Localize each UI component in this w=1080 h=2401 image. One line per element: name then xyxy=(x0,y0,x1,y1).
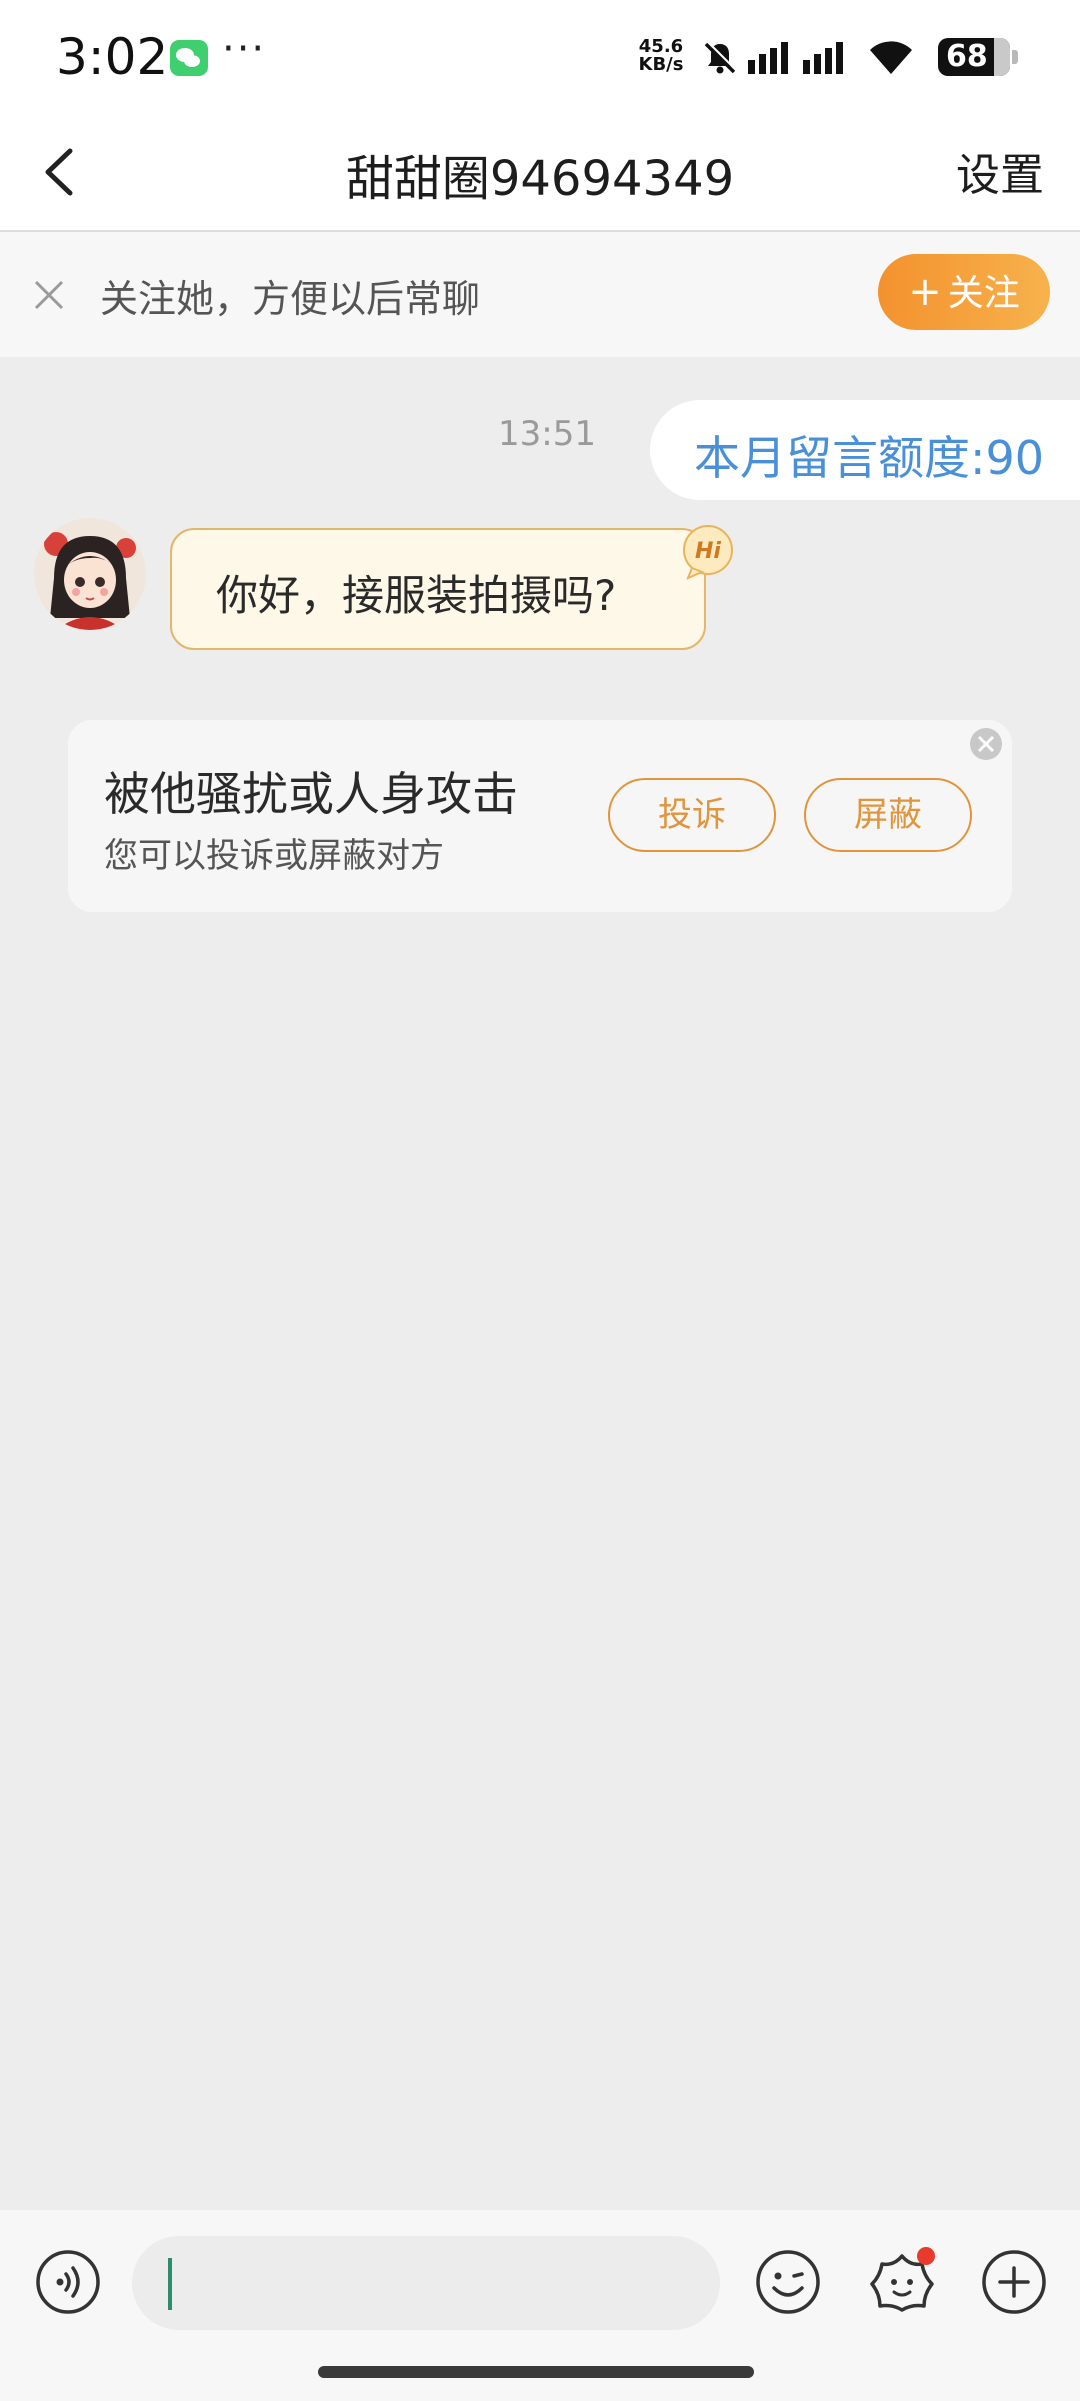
battery-empty-portion xyxy=(994,38,1010,76)
hi-badge-text: Hi xyxy=(695,539,721,564)
follow-button-label: 关注 xyxy=(947,273,1020,314)
plus-sign: + xyxy=(908,269,942,315)
follow-button[interactable]: + 关注 xyxy=(878,254,1050,330)
battery-level: 68 xyxy=(938,38,1010,76)
hi-badge-icon: Hi xyxy=(683,525,733,580)
cellular-signal-icon xyxy=(748,42,843,74)
notification-dot xyxy=(917,2247,935,2265)
message-quota-bubble: 本月留言额度:90 xyxy=(650,400,1080,500)
voice-input-icon[interactable] xyxy=(34,2248,102,2316)
settings-button[interactable]: 设置 xyxy=(956,139,1044,203)
message-input[interactable] xyxy=(132,2236,720,2330)
network-speed-unit: KB/s xyxy=(638,54,684,75)
avatar[interactable] xyxy=(34,518,146,630)
bell-off-icon xyxy=(704,41,737,74)
sticker-icon[interactable] xyxy=(866,2246,938,2318)
emoji-icon[interactable] xyxy=(754,2248,822,2316)
follow-tip-text: 关注她，方便以后常聊 xyxy=(100,277,481,321)
report-block-card: 被他骚扰或人身攻击 您可以投诉或屏蔽对方 投诉 屏蔽 xyxy=(68,720,1012,912)
status-time: 3:02 xyxy=(56,28,169,86)
incoming-message-bubble[interactable]: 你好，接服装拍摄吗? xyxy=(170,528,706,650)
message-timestamp: 13:51 xyxy=(498,414,596,454)
close-card-icon[interactable] xyxy=(968,726,1004,762)
close-icon[interactable] xyxy=(28,274,70,316)
avatar-illustration xyxy=(34,518,146,630)
block-button[interactable]: 屏蔽 xyxy=(804,778,972,852)
wechat-notification-icon xyxy=(170,40,208,76)
report-card-title: 被他骚扰或人身攻击 xyxy=(104,767,518,821)
more-notifications-icon: ··· xyxy=(222,26,267,72)
message-quota-text: 本月留言额度:90 xyxy=(694,431,1045,485)
complain-button[interactable]: 投诉 xyxy=(608,778,776,852)
follow-tip-bar: 关注她，方便以后常聊 + 关注 xyxy=(0,232,1080,357)
page-title: 甜甜圈94694349 xyxy=(345,151,735,207)
text-cursor xyxy=(168,2258,172,2310)
battery-nub xyxy=(1012,50,1018,64)
wifi-icon xyxy=(870,41,912,74)
navigation-bar: 甜甜圈94694349 设置 xyxy=(0,115,1080,232)
plus-circle-icon[interactable] xyxy=(980,2248,1048,2316)
home-indicator[interactable] xyxy=(318,2366,754,2378)
network-speed: 45.6 KB/s xyxy=(636,38,686,74)
battery-percent: 68 xyxy=(946,39,988,74)
incoming-message-text: 你好，接服装拍摄吗? xyxy=(216,571,617,620)
report-card-subtitle: 您可以投诉或屏蔽对方 xyxy=(104,836,444,876)
status-bar: 3:02 ··· 45.6 KB/s 68 xyxy=(0,0,1080,115)
